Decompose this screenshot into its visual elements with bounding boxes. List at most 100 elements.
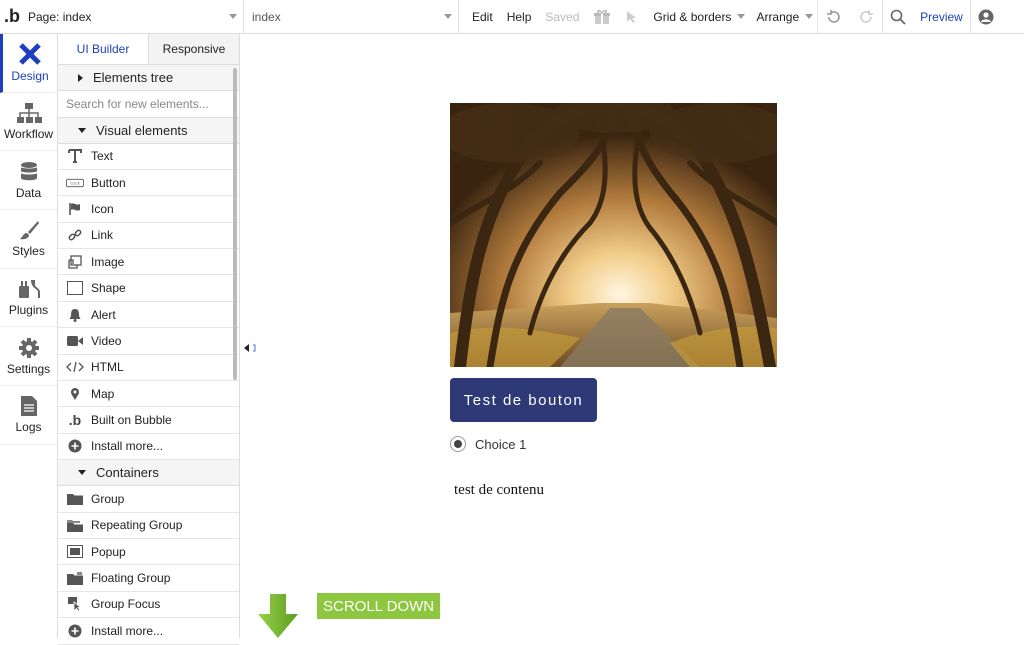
code-icon [66,359,84,375]
svg-text:CLICK: CLICK [70,181,80,185]
chevron-down-icon [805,13,814,19]
arrange-label: Arrange [756,9,800,24]
element-selector[interactable]: index [244,0,459,34]
edit-menu[interactable]: Edit [465,0,500,34]
rail-item-design[interactable]: Design [0,34,57,93]
collapse-panel-icon[interactable] [243,343,257,353]
bell-icon [66,307,84,323]
undo-icon[interactable] [818,0,850,34]
palette-item-label: Group [91,491,125,506]
palette-scrollbar[interactable] [233,68,237,380]
containers-header[interactable]: Containers [58,460,239,487]
rail-item-plugins[interactable]: Plugins [0,269,57,328]
page-selector[interactable]: Page: index [24,0,244,34]
elements-tree-toggle[interactable]: Elements tree [58,65,239,91]
caret-right-icon [78,73,83,82]
elements-tree-label: Elements tree [93,70,174,85]
saved-status: Saved [545,9,580,24]
folder-stack-icon [66,517,84,533]
workflow-icon [16,103,42,124]
button-icon: CLICK [66,175,84,191]
palette-item-button[interactable]: CLICK Button [58,170,239,197]
preview-button[interactable]: Preview [913,0,970,34]
palette-item-label: Icon [91,201,114,216]
user-avatar-icon[interactable] [971,0,1001,34]
palette-item-map[interactable]: Map [58,381,239,408]
palette-item-label: Repeating Group [91,518,183,533]
rail-item-settings[interactable]: Settings [0,327,57,387]
left-nav-rail: Design Workflow Data Styles Plugins Sett… [0,34,58,638]
rail-item-data[interactable]: Data [0,151,57,211]
plus-circle-icon [66,623,84,639]
scroll-down-label: SCROLL DOWN [317,593,441,619]
chevron-down-icon [444,13,452,19]
palette-item-label: Popup [91,544,126,559]
palette-item-repeating-group[interactable]: Repeating Group [58,513,239,539]
palette-item-label: Image [91,254,125,269]
palette-item-alert[interactable]: Alert [58,302,239,329]
gift-icon[interactable] [586,0,618,34]
help-menu[interactable]: Help [500,0,539,34]
rail-item-styles[interactable]: Styles [0,210,57,269]
arrange-menu[interactable]: Arrange [749,0,817,34]
grid-borders-menu[interactable]: Grid & borders [646,0,749,34]
visual-elements-header[interactable]: Visual elements [58,117,239,144]
flag-icon [66,201,84,217]
rail-item-logs[interactable]: Logs [0,386,57,445]
palette-item-icon[interactable]: Icon [58,196,239,223]
element-search [58,91,239,118]
palette-item-group[interactable]: Group [58,486,239,513]
rail-item-label: Settings [6,361,51,376]
tab-responsive[interactable]: Responsive [149,34,239,64]
palette-item-label: Text [91,149,114,164]
palette-item-label: Built on Bubble [91,413,172,428]
rail-item-label: Design [11,69,49,84]
popup-icon [66,544,84,560]
palette-tabs: UI Builder Responsive [58,34,239,65]
palette-item-label: Shape [91,281,126,296]
folder-icon [66,491,84,507]
palette-item-label: Alert [91,307,116,322]
containers-label: Containers [96,465,159,481]
palette-item-popup[interactable]: Popup [58,539,239,566]
palette-item-label: Map [91,386,115,401]
cursor-icon[interactable] [618,0,646,34]
grid-borders-label: Grid & borders [653,9,732,24]
palette-item-shape[interactable]: Shape [58,275,239,302]
palette-item-link[interactable]: Link [58,223,239,250]
logs-icon [20,396,37,417]
palette-item-built-on-bubble[interactable]: .b Built on Bubble [58,407,239,434]
arrow-down-icon [258,594,298,638]
page-selector-label: Page: index [28,9,92,24]
radio-choice-1[interactable]: Choice 1 [450,436,526,452]
chevron-down-icon [229,13,237,19]
palette-item-floating-group[interactable]: Floating Group [58,565,239,592]
forest-path-image[interactable] [450,103,777,367]
design-icon [19,43,41,66]
data-icon [20,161,37,180]
text-icon [66,148,84,164]
redo-icon[interactable] [850,0,882,34]
search-icon[interactable] [883,0,913,34]
palette-item-label: Button [91,175,126,190]
palette-item-image[interactable]: Image [58,249,239,276]
palette-item-video[interactable]: Video [58,328,239,355]
tab-ui-builder[interactable]: UI Builder [58,34,149,64]
palette-item-install-more-containers[interactable]: Install more... [58,618,239,645]
top-toolbar: .b Page: index index Edit Help Saved Gri… [0,0,1024,34]
radio-button[interactable] [450,436,466,452]
rail-item-label: Styles [12,244,45,259]
bubble-logo[interactable]: .b [0,0,24,34]
chevron-down-icon [737,13,746,19]
palette-item-text[interactable]: Text [58,144,239,170]
palette-item-group-focus[interactable]: Group Focus [58,592,239,619]
link-icon [66,227,84,243]
element-search-input[interactable] [66,96,226,111]
palette-item-install-more[interactable]: Install more... [58,434,239,461]
palette-item-label: Video [91,333,122,348]
palette-item-html[interactable]: HTML [58,355,239,382]
rail-item-workflow[interactable]: Workflow [0,93,57,152]
content-text[interactable]: test de contenu [454,482,544,499]
test-button[interactable]: Test de bouton [450,378,597,422]
palette-item-label: Install more... [91,439,164,454]
